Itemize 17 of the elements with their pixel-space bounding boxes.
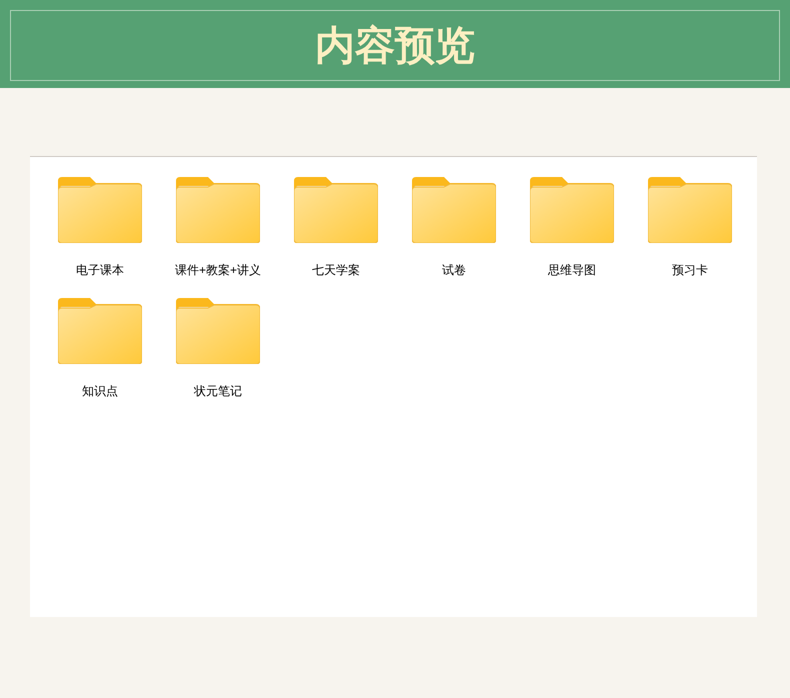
folder-icon[interactable] xyxy=(412,177,496,243)
folder-label[interactable]: 预习卡 xyxy=(672,261,708,279)
folder-label[interactable]: 知识点 xyxy=(82,382,118,400)
folder-label[interactable]: 试卷 xyxy=(442,261,466,279)
folder-icon[interactable] xyxy=(58,298,142,364)
folder-label[interactable]: 课件+教案+讲义 xyxy=(174,261,261,279)
folder-icon[interactable] xyxy=(176,177,260,243)
folder-label[interactable]: 状元笔记 xyxy=(194,382,242,400)
folder-icon[interactable] xyxy=(58,177,142,243)
folder-icon[interactable] xyxy=(294,177,378,243)
folder-icon[interactable] xyxy=(648,177,732,243)
folder-label[interactable]: 七天学案 xyxy=(312,261,360,279)
folder-label[interactable]: 思维导图 xyxy=(548,261,596,279)
folder-label[interactable]: 电子课本 xyxy=(76,261,124,279)
folder-icon[interactable] xyxy=(530,177,614,243)
folder-icon[interactable] xyxy=(176,298,260,364)
page-title: 内容预览 xyxy=(315,26,475,66)
